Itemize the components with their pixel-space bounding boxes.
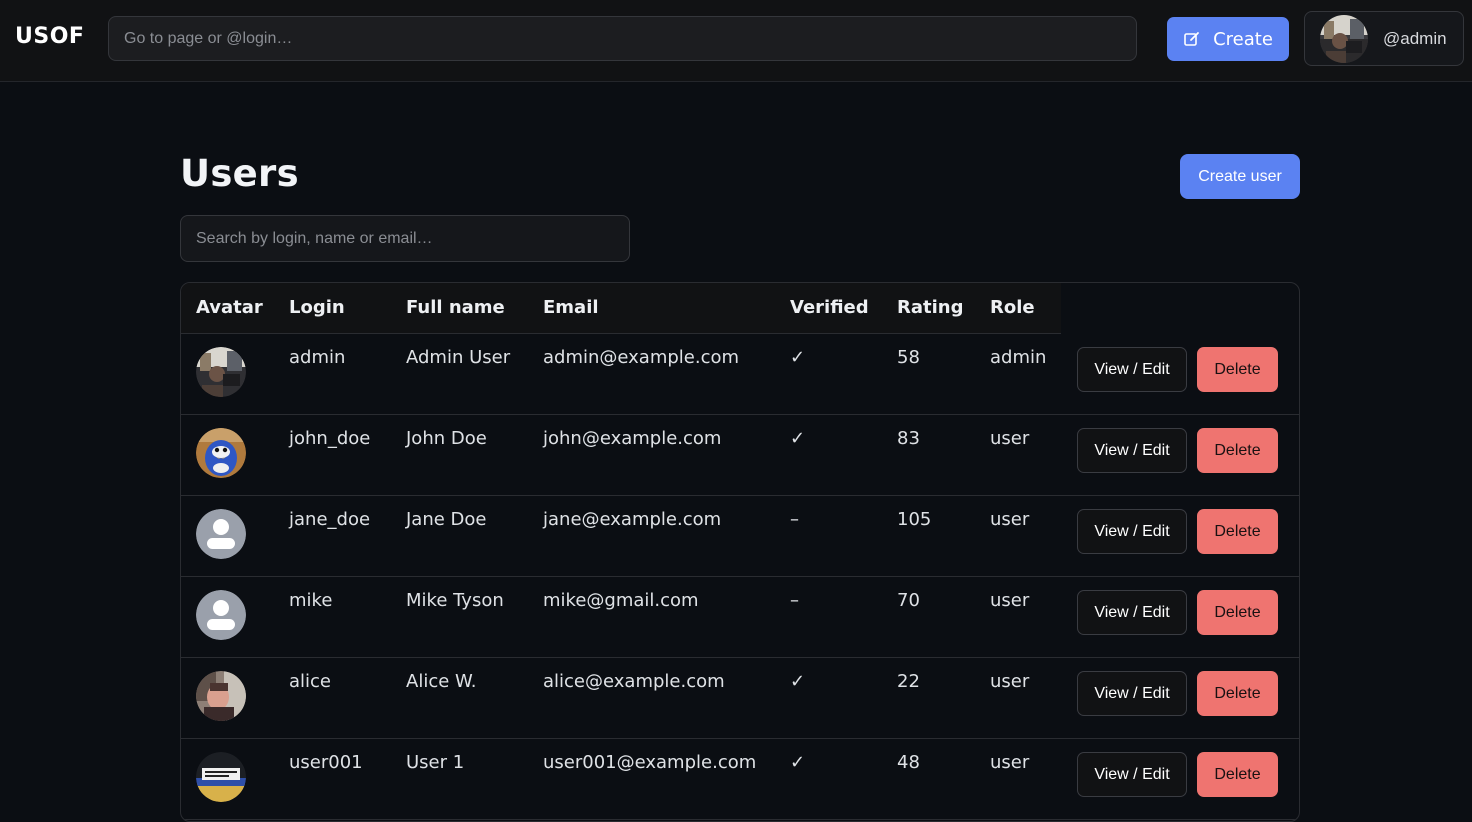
brand-logo[interactable]: USOF <box>15 24 84 49</box>
header-email: Email <box>543 297 599 318</box>
cell-email: john@example.com <box>543 428 722 449</box>
cell-login: john_doe <box>289 428 371 449</box>
cell-login: admin <box>289 347 346 368</box>
default-avatar-icon <box>196 590 246 640</box>
cell-rating: 58 <box>897 347 920 368</box>
table-row: mike Mike Tyson mike@gmail.com – 70 user… <box>181 577 1299 658</box>
cell-email: alice@example.com <box>543 671 725 692</box>
cell-full-name: User 1 <box>406 752 465 773</box>
delete-button[interactable]: Delete <box>1197 590 1278 635</box>
header-role: Role <box>990 297 1035 318</box>
table-row: john_doe John Doe john@example.com ✓ 83 … <box>181 415 1299 496</box>
cell-email: user001@example.com <box>543 752 757 773</box>
table-header: Avatar Login Full name Email Verified Ra… <box>181 283 1061 334</box>
create-button-label: Create <box>1213 28 1273 50</box>
verified-check-icon: ✓ <box>790 428 806 449</box>
avatar <box>196 347 246 397</box>
view-edit-button[interactable]: View / Edit <box>1077 428 1187 473</box>
cell-full-name: Alice W. <box>406 671 477 692</box>
table-row: alice Alice W. alice@example.com ✓ 22 us… <box>181 658 1299 739</box>
view-edit-button[interactable]: View / Edit <box>1077 509 1187 554</box>
view-edit-button[interactable]: View / Edit <box>1077 752 1187 797</box>
cell-email: jane@example.com <box>543 509 722 530</box>
cell-rating: 22 <box>897 671 920 692</box>
cell-login: jane_doe <box>289 509 371 530</box>
delete-button[interactable]: Delete <box>1197 509 1278 554</box>
cell-rating: 70 <box>897 590 920 611</box>
cell-rating: 83 <box>897 428 920 449</box>
cell-rating: 48 <box>897 752 920 773</box>
avatar <box>196 671 246 721</box>
search-input[interactable] <box>180 215 630 262</box>
verified-check-icon: ✓ <box>790 347 806 368</box>
cell-email: mike@gmail.com <box>543 590 699 611</box>
cell-login: mike <box>289 590 333 611</box>
cell-role: admin <box>990 347 1047 368</box>
avatar <box>196 752 246 802</box>
header-full-name: Full name <box>406 297 505 318</box>
create-button[interactable]: Create <box>1167 17 1289 61</box>
header-verified: Verified <box>790 297 869 318</box>
header-rating: Rating <box>897 297 964 318</box>
user-menu[interactable]: @admin <box>1304 11 1464 66</box>
delete-button[interactable]: Delete <box>1197 671 1278 716</box>
users-table: Avatar Login Full name Email Verified Ra… <box>180 282 1300 822</box>
cell-full-name: Admin User <box>406 347 511 368</box>
cell-role: user <box>990 590 1030 611</box>
cell-verified: – <box>790 590 799 611</box>
cell-login: alice <box>289 671 332 692</box>
table-row: jane_doe Jane Doe jane@example.com – 105… <box>181 496 1299 577</box>
cell-verified: – <box>790 509 799 530</box>
view-edit-button[interactable]: View / Edit <box>1077 671 1187 716</box>
avatar <box>196 428 246 478</box>
create-user-button[interactable]: Create user <box>1180 154 1300 199</box>
header-avatar: Avatar <box>196 297 263 318</box>
cell-role: user <box>990 509 1030 530</box>
table-row: user001 User 1 user001@example.com ✓ 48 … <box>181 739 1299 820</box>
default-avatar-icon <box>196 509 246 559</box>
table-row: admin Admin User admin@example.com ✓ 58 … <box>181 334 1299 415</box>
cell-role: user <box>990 671 1030 692</box>
avatar <box>1320 15 1368 63</box>
cell-role: user <box>990 752 1030 773</box>
page-title: Users <box>180 152 299 195</box>
view-edit-button[interactable]: View / Edit <box>1077 590 1187 635</box>
user-handle: @admin <box>1383 29 1447 48</box>
verified-check-icon: ✓ <box>790 752 806 773</box>
cell-login: user001 <box>289 752 363 773</box>
header-login: Login <box>289 297 345 318</box>
top-bar: USOF Create @admin <box>0 0 1472 82</box>
cell-full-name: John Doe <box>406 428 487 449</box>
edit-icon <box>1184 32 1199 46</box>
delete-button[interactable]: Delete <box>1197 428 1278 473</box>
cell-full-name: Jane Doe <box>406 509 487 530</box>
cell-full-name: Mike Tyson <box>406 590 504 611</box>
cell-rating: 105 <box>897 509 932 530</box>
delete-button[interactable]: Delete <box>1197 752 1278 797</box>
verified-check-icon: ✓ <box>790 671 806 692</box>
view-edit-button[interactable]: View / Edit <box>1077 347 1187 392</box>
delete-button[interactable]: Delete <box>1197 347 1278 392</box>
cell-email: admin@example.com <box>543 347 740 368</box>
goto-input[interactable] <box>108 16 1137 61</box>
cell-role: user <box>990 428 1030 449</box>
